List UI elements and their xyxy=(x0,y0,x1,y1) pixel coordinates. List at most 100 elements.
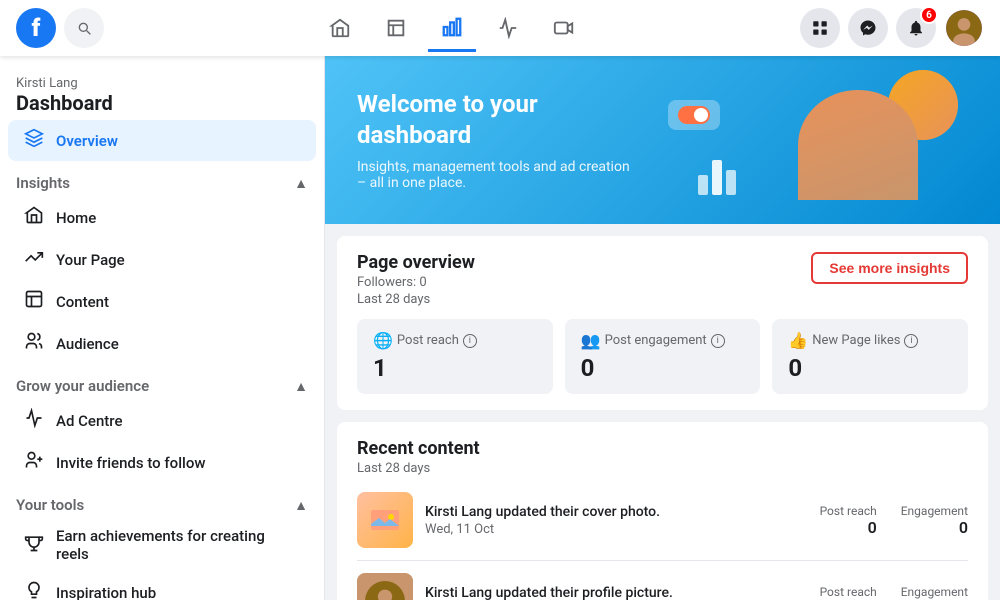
sidebar-item-audience[interactable]: Audience xyxy=(8,323,316,364)
hero-subtitle: Insights, management tools and ad creati… xyxy=(357,159,637,191)
sidebar-item-content[interactable]: Content xyxy=(8,281,316,322)
messenger-button[interactable] xyxy=(848,8,888,48)
page-overview-header: Page overview Followers: 0 Last 28 days … xyxy=(357,252,968,307)
sidebar-tools-title: Your tools xyxy=(16,496,84,514)
sidebar-ad-centre-label: Ad Centre xyxy=(56,412,123,430)
main-layout: Kirsti Lang Dashboard Overview Insights … xyxy=(0,56,1000,600)
content-icon xyxy=(24,289,44,314)
search-button[interactable] xyxy=(64,8,104,48)
sidebar-item-earn-achievements[interactable]: Earn achievements for creating reels xyxy=(8,519,316,571)
grid-button[interactable] xyxy=(800,8,840,48)
cover-photo-info: Kirsti Lang updated their cover photo. W… xyxy=(425,504,808,537)
sidebar-item-your-page[interactable]: Your Page xyxy=(8,239,316,280)
sidebar-audience-label: Audience xyxy=(56,335,119,353)
profile-pic-reach-stat: Post reach 0 xyxy=(820,585,877,600)
grow-chevron-icon[interactable]: ▲ xyxy=(294,378,308,395)
notification-badge: 6 xyxy=(920,6,938,24)
sidebar-user-subtitle: Kirsti Lang xyxy=(16,76,308,91)
sidebar-earn-label: Earn achievements for creating reels xyxy=(56,527,300,563)
post-engagement-info-icon[interactable]: i xyxy=(711,334,725,348)
thumbs-up-icon: 👍 xyxy=(788,331,808,350)
sidebar-item-inspiration-hub[interactable]: Inspiration hub xyxy=(8,572,316,600)
sidebar-invite-label: Invite friends to follow xyxy=(56,454,205,472)
cover-photo-stats: Post reach 0 Engagement 0 xyxy=(820,504,968,537)
page-overview-period: Last 28 days xyxy=(357,292,475,307)
profile-pic-info: Kirsti Lang updated their profile pictur… xyxy=(425,585,808,600)
sidebar-tools-header: Your tools ▲ xyxy=(0,484,324,518)
trending-icon xyxy=(24,247,44,272)
user-avatar[interactable] xyxy=(944,8,984,48)
nav-video-button[interactable] xyxy=(540,4,588,52)
profile-pic-reach-label: Post reach xyxy=(820,585,877,599)
sidebar-item-invite-friends[interactable]: Invite friends to follow xyxy=(8,442,316,483)
page-overview-followers: Followers: 0 xyxy=(357,275,475,290)
sidebar-content-label: Content xyxy=(56,293,109,311)
trophy-icon xyxy=(24,533,44,558)
cover-photo-engagement-stat: Engagement 0 xyxy=(901,504,968,537)
sidebar-item-home[interactable]: Home xyxy=(8,197,316,238)
metrics-row: 🌐 Post reach i 1 👥 Post engagement i 0 xyxy=(357,319,968,394)
sidebar-grow-header: Grow your audience ▲ xyxy=(0,365,324,399)
profile-pic-stats: Post reach 0 Engagement 0 xyxy=(820,585,968,600)
hero-banner: Welcome to your dashboard Insights, mana… xyxy=(325,56,1000,224)
recent-content-period: Last 28 days xyxy=(357,461,480,476)
hero-text: Welcome to your dashboard Insights, mana… xyxy=(357,89,648,191)
sidebar-your-page-label: Your Page xyxy=(56,251,125,269)
sidebar-item-overview[interactable]: Overview xyxy=(8,120,316,161)
home-icon xyxy=(24,205,44,230)
profile-pic-engagement-stat: Engagement 0 xyxy=(901,585,968,600)
hero-illustration xyxy=(648,80,968,200)
top-navigation: f 6 xyxy=(0,0,1000,56)
post-engagement-card: 👥 Post engagement i 0 xyxy=(565,319,761,394)
cover-photo-reach-stat: Post reach 0 xyxy=(820,504,877,537)
nav-right: 6 xyxy=(800,8,984,48)
cover-photo-reach-value: 0 xyxy=(820,518,877,537)
post-reach-info-icon[interactable]: i xyxy=(463,334,477,348)
recent-content-card: Recent content Last 28 days Kirsti Lang … xyxy=(337,422,988,600)
new-page-likes-info-icon[interactable]: i xyxy=(904,334,918,348)
sidebar-overview-label: Overview xyxy=(56,132,118,150)
nav-adcentre-button[interactable] xyxy=(484,4,532,52)
see-more-insights-button[interactable]: See more insights xyxy=(811,252,968,284)
tools-chevron-icon[interactable]: ▲ xyxy=(294,497,308,514)
profile-pic-thumb xyxy=(357,573,413,600)
post-reach-value: 1 xyxy=(373,354,537,382)
sidebar-user-info: Kirsti Lang Dashboard xyxy=(0,68,324,119)
cover-photo-desc: Kirsti Lang updated their cover photo. xyxy=(425,504,808,520)
notifications-button[interactable]: 6 xyxy=(896,8,936,48)
nav-center xyxy=(104,4,800,52)
insights-chevron-icon[interactable]: ▲ xyxy=(294,175,308,192)
sidebar-home-label: Home xyxy=(56,209,96,227)
ad-centre-icon xyxy=(24,408,44,433)
content-area: Welcome to your dashboard Insights, mana… xyxy=(325,56,1000,600)
sidebar-insights-title: Insights xyxy=(16,174,70,192)
sidebar-user-title: Dashboard xyxy=(16,91,308,115)
sidebar-item-ad-centre[interactable]: Ad Centre xyxy=(8,400,316,441)
layers-icon xyxy=(24,128,44,153)
audience-icon xyxy=(24,331,44,356)
nav-insights-button[interactable] xyxy=(428,4,476,52)
table-row: Kirsti Lang updated their profile pictur… xyxy=(357,561,968,600)
nav-pages-button[interactable] xyxy=(372,4,420,52)
cover-photo-engagement-label: Engagement xyxy=(901,504,968,518)
new-page-likes-value: 0 xyxy=(788,354,952,382)
nav-home-button[interactable] xyxy=(316,4,364,52)
sidebar-grow-title: Grow your audience xyxy=(16,377,149,395)
post-engagement-label: 👥 Post engagement i xyxy=(581,331,745,350)
profile-pic-engagement-label: Engagement xyxy=(901,585,968,599)
post-engagement-value: 0 xyxy=(581,354,745,382)
post-reach-card: 🌐 Post reach i 1 xyxy=(357,319,553,394)
facebook-logo[interactable]: f xyxy=(16,8,56,48)
people-icon: 👥 xyxy=(581,331,601,350)
recent-content-title: Recent content xyxy=(357,438,480,459)
cover-photo-thumb xyxy=(357,492,413,548)
cover-photo-date: Wed, 11 Oct xyxy=(425,522,808,537)
page-overview-title-group: Page overview Followers: 0 Last 28 days xyxy=(357,252,475,307)
cover-photo-engagement-value: 0 xyxy=(901,518,968,537)
sidebar-inspiration-label: Inspiration hub xyxy=(56,584,156,600)
invite-icon xyxy=(24,450,44,475)
new-page-likes-label: 👍 New Page likes i xyxy=(788,331,952,350)
hero-title: Welcome to your dashboard xyxy=(357,89,648,151)
lightbulb-icon xyxy=(24,580,44,600)
page-overview-title: Page overview xyxy=(357,252,475,273)
